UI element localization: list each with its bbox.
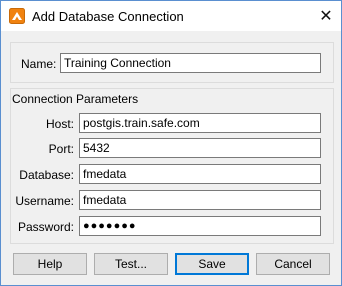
database-label: Database: xyxy=(19,168,74,182)
password-field[interactable]: ●●●●●●● xyxy=(79,216,321,236)
password-label: Password: xyxy=(17,220,74,234)
close-icon[interactable]: ✕ xyxy=(311,1,341,31)
username-field[interactable]: fmedata xyxy=(79,190,321,210)
username-label: Username: xyxy=(15,194,74,208)
port-label: Port: xyxy=(48,142,74,156)
dialog-title: Add Database Connection xyxy=(32,9,184,24)
cancel-button[interactable]: Cancel xyxy=(256,253,330,275)
name-field[interactable]: Training Connection xyxy=(60,53,321,73)
host-field[interactable]: postgis.train.safe.com xyxy=(79,113,321,133)
fme-app-icon xyxy=(9,8,25,24)
help-button[interactable]: Help xyxy=(13,253,87,275)
test-button[interactable]: Test... xyxy=(94,253,168,275)
port-field[interactable]: 5432 xyxy=(79,138,321,158)
save-button[interactable]: Save xyxy=(175,253,249,275)
dialog-window: Add Database Connection ✕ Name: Training… xyxy=(0,0,342,286)
host-label: Host: xyxy=(45,117,74,131)
title-bar[interactable]: Add Database Connection ✕ xyxy=(1,1,341,31)
connection-parameters-legend: Connection Parameters xyxy=(11,92,140,106)
database-field[interactable]: fmedata xyxy=(79,164,321,184)
name-label: Name: xyxy=(21,57,57,71)
